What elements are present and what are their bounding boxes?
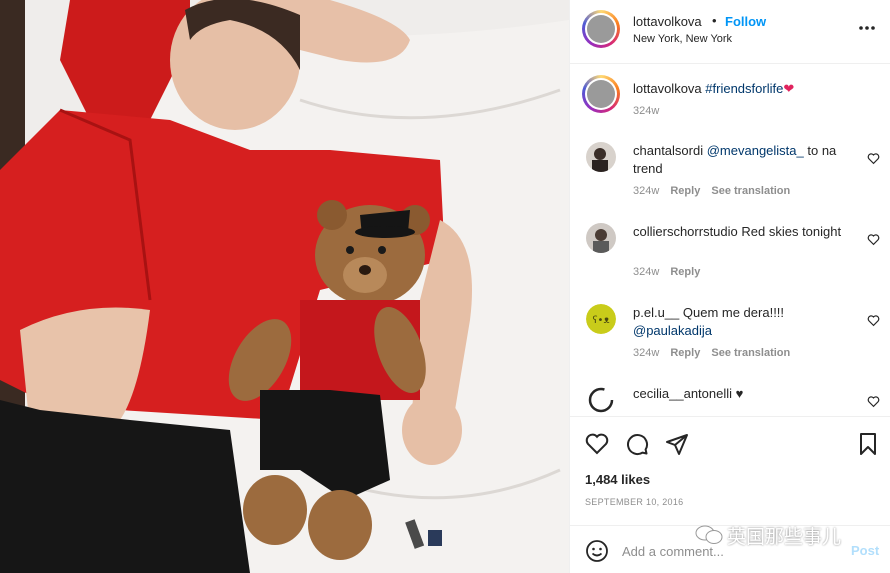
commenter-username[interactable]: chantalsordi <box>633 143 703 158</box>
caption-username[interactable]: lottavolkova <box>633 81 702 96</box>
commenter-username[interactable]: p.el.u__ <box>633 305 679 320</box>
comment-meta: 324w Reply <box>633 266 708 278</box>
commenter-avatar[interactable] <box>586 385 616 415</box>
comment-text: chantalsordi @mevangelista_ to na trend <box>633 142 858 178</box>
commenter-username[interactable]: collierschorrstudio <box>633 224 738 239</box>
heart-icon[interactable] <box>867 314 880 327</box>
avatar-image <box>586 142 616 172</box>
separator-dot: • <box>712 13 717 28</box>
author-avatar[interactable] <box>582 10 620 48</box>
comment-text: collierschorrstudio Red skies tonight <box>633 223 858 241</box>
comment-timestamp[interactable]: 324w <box>633 266 659 278</box>
comment-item: collierschorrstudio Red skies tonight 32… <box>570 223 890 301</box>
commenter-avatar[interactable]: ʕ•ᴥ <box>586 304 616 334</box>
heart-icon[interactable] <box>867 233 880 246</box>
heart-emoji: ❤ <box>783 81 795 96</box>
bookmark-icon[interactable] <box>856 432 880 456</box>
post-location[interactable]: New York, New York <box>633 33 732 45</box>
author-avatar-image <box>587 15 615 43</box>
caption-avatar[interactable] <box>582 75 620 113</box>
post-comment-button[interactable]: Post <box>851 543 879 558</box>
post-header: lottavolkova • Follow New York, New York <box>570 0 890 64</box>
caption-timestamp[interactable]: 324w <box>633 105 659 117</box>
post-sidebar: lottavolkova • Follow New York, New York… <box>569 0 890 573</box>
comment-body: Red skies tonight <box>737 224 842 239</box>
post-date[interactable]: SEPTEMBER 10, 2016 <box>585 497 683 507</box>
post-image <box>0 0 569 573</box>
caption: lottavolkova #friendsforlife❤ 324w <box>570 65 890 127</box>
commenter-avatar[interactable] <box>586 223 616 253</box>
reply-button[interactable]: Reply <box>670 185 700 197</box>
action-bar: 1,484 likes SEPTEMBER 10, 2016 <box>570 416 890 524</box>
comment-bubble-icon[interactable] <box>625 432 649 456</box>
paper-plane-icon[interactable] <box>665 432 689 456</box>
commenter-username[interactable]: cecilia__antonelli <box>633 386 732 401</box>
caption-avatar-image <box>587 80 615 108</box>
heart-icon[interactable] <box>867 395 880 408</box>
comment-timestamp[interactable]: 324w <box>633 347 659 359</box>
comment-item: ʕ•ᴥ p.el.u__ Quem me dera!!!! @paulakadi… <box>570 304 890 382</box>
comment-meta: 324w Reply See translation <box>633 185 798 197</box>
comment-item: chantalsordi @mevangelista_ to na trend … <box>570 142 890 220</box>
svg-text:ʕ•ᴥ: ʕ•ᴥ <box>592 315 609 326</box>
reply-button[interactable]: Reply <box>670 347 700 359</box>
avatar-image <box>586 223 616 253</box>
comments-list[interactable]: lottavolkova #friendsforlife❤ 324w chant… <box>570 65 890 416</box>
heart-icon[interactable] <box>585 432 609 456</box>
comment-timestamp[interactable]: 324w <box>633 185 659 197</box>
smiley-icon[interactable] <box>585 539 609 563</box>
likes-count[interactable]: 1,484 likes <box>585 472 650 487</box>
comment-mention[interactable]: @paulakadija <box>633 323 712 338</box>
avatar-image: ʕ•ᴥ <box>586 304 616 334</box>
comment-item: cecilia__antonelli ♥ <box>570 385 890 416</box>
add-comment-bar: Post <box>570 525 890 573</box>
comment-mention[interactable]: @mevangelista_ <box>707 143 804 158</box>
comment-body: Quem me dera!!!! <box>679 305 785 320</box>
watermark-logo-icon <box>695 525 723 544</box>
reply-button[interactable]: Reply <box>670 266 700 278</box>
comment-body: ♥ <box>732 386 744 401</box>
more-options-icon[interactable] <box>857 18 877 38</box>
caption-hashtag[interactable]: #friendsforlife <box>705 81 783 96</box>
heart-icon[interactable] <box>867 152 880 165</box>
loading-avatar-icon <box>588 387 614 413</box>
comment-text: p.el.u__ Quem me dera!!!! @paulakadija <box>633 304 858 340</box>
commenter-avatar[interactable] <box>586 142 616 172</box>
follow-button[interactable]: Follow <box>725 14 766 29</box>
author-username[interactable]: lottavolkova <box>633 14 702 29</box>
see-translation-button[interactable]: See translation <box>711 185 790 197</box>
comment-text: cecilia__antonelli ♥ <box>633 385 858 403</box>
comment-meta: 324w Reply See translation <box>633 347 798 359</box>
see-translation-button[interactable]: See translation <box>711 347 790 359</box>
caption-text: lottavolkova #friendsforlife❤ <box>633 81 794 97</box>
post-photo[interactable] <box>0 0 569 573</box>
